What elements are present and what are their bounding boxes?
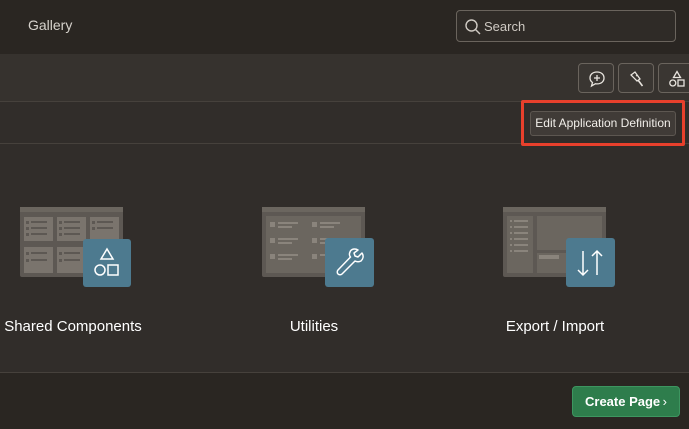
search-input[interactable]: Search bbox=[484, 19, 525, 34]
chevron-right-icon: › bbox=[662, 394, 667, 409]
search-icon bbox=[465, 19, 481, 35]
flashlight-icon bbox=[630, 71, 644, 87]
tile-label: Shared Components bbox=[4, 318, 142, 335]
utilities-illustration bbox=[262, 207, 374, 287]
export-import-illustration bbox=[503, 207, 615, 287]
page-title: Gallery bbox=[28, 17, 73, 33]
tile-utilities[interactable]: Utilities bbox=[214, 207, 414, 347]
tile-label: Export / Import bbox=[505, 318, 605, 335]
toolbar bbox=[0, 54, 689, 102]
create-page-button[interactable]: Create Page › bbox=[572, 386, 680, 417]
app-header: Gallery Search bbox=[0, 0, 689, 54]
shapes-icon bbox=[669, 70, 685, 87]
create-page-label: Create Page bbox=[585, 394, 661, 409]
chat-add-icon bbox=[589, 71, 605, 88]
edit-application-definition-button[interactable]: Edit Application Definition bbox=[530, 111, 676, 136]
tile-export-import[interactable]: Export / Import bbox=[455, 207, 655, 347]
search-field[interactable]: Search bbox=[456, 10, 676, 42]
shared-components-button[interactable] bbox=[658, 63, 689, 93]
shared-components-illustration bbox=[20, 207, 131, 287]
tile-label: Utilities bbox=[289, 318, 339, 335]
tile-shared-components[interactable]: Shared Components bbox=[0, 207, 173, 347]
feedback-button[interactable] bbox=[578, 63, 614, 93]
spotlight-button[interactable] bbox=[618, 63, 654, 93]
